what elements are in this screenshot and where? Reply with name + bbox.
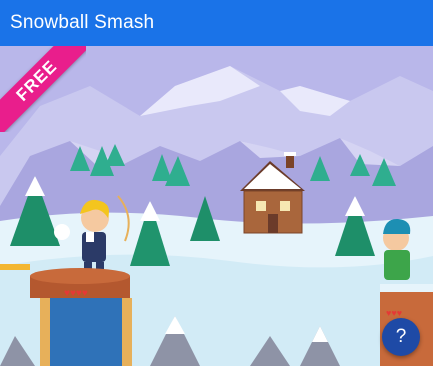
svg-text:♥♥♥♥: ♥♥♥♥ (64, 288, 88, 299)
winter-scene: ♥♥♥♥ ♥♥♥ (0, 46, 433, 366)
help-icon: ? (395, 326, 407, 347)
game-thumbnail[interactable]: ♥♥♥♥ ♥♥♥ (0, 46, 433, 366)
help-button[interactable]: ? (382, 318, 420, 356)
title-bar: Snowball Smash (0, 0, 433, 46)
svg-text:♥♥♥: ♥♥♥ (386, 308, 402, 318)
arrow-beam (0, 264, 30, 270)
game-title: Snowball Smash (10, 12, 155, 33)
left-platform: ♥♥♥♥ (30, 268, 132, 366)
game-card: Snowball Smash ♥♥♥♥ ♥♥♥ FREE ? (0, 0, 433, 366)
